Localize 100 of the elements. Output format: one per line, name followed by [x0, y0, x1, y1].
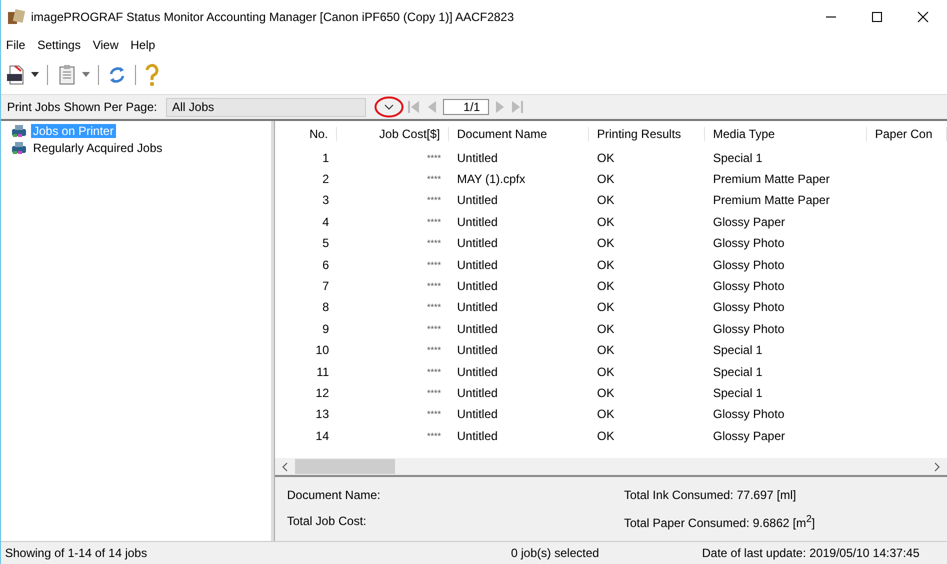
- scroll-left-icon[interactable]: [281, 462, 289, 472]
- status-text: Date of last update: 2019/05/10 14:37:45: [701, 546, 920, 560]
- app-icon: [7, 9, 25, 25]
- table-cell-text: Special 1: [712, 386, 764, 400]
- table-cell-text: OK: [596, 386, 616, 400]
- table-cell-text: Premium Matte Paper: [712, 193, 831, 208]
- page-field[interactable]: 1/1: [443, 99, 490, 115]
- table-cell-text: 9: [321, 322, 330, 336]
- table-cell-text: OK: [596, 343, 616, 358]
- table-cell-text: OK: [596, 193, 616, 208]
- table-cell-text: Untitled: [456, 386, 499, 400]
- table-cell-text: OK: [596, 364, 616, 379]
- table-cell-text: Untitled: [456, 322, 499, 336]
- table-cell-text: OK: [596, 300, 616, 314]
- table-cell-text: Untitled: [456, 236, 499, 250]
- table-cell-text: ****: [426, 409, 442, 420]
- table-cell-text: 12: [314, 386, 330, 400]
- table-cell-text: ****: [426, 174, 442, 184]
- table-cell-text: Untitled: [456, 428, 499, 443]
- table-cell-text: OK: [596, 258, 616, 272]
- maximize-icon[interactable]: [871, 11, 883, 23]
- table-cell-text: OK: [596, 172, 616, 186]
- table-cell-text: 11: [316, 364, 330, 379]
- table-cell-text: ****: [426, 430, 442, 441]
- table-cell-text: Untitled: [456, 214, 499, 229]
- table-cell-text: ****: [426, 302, 442, 312]
- table-cell-text: OK: [596, 322, 616, 336]
- table-cell-text: ****: [426, 152, 442, 163]
- table-cell-text: OK: [596, 150, 616, 165]
- table-cell-text: OK: [596, 236, 616, 250]
- printer-icon: [11, 141, 27, 155]
- printer-icon: [11, 124, 27, 138]
- table-cell-text: Untitled: [456, 407, 499, 422]
- column-header[interactable]: Document Name: [449, 127, 589, 141]
- table-cell-text: 2: [321, 172, 330, 186]
- table-cell-text: OK: [596, 428, 616, 443]
- menu-item[interactable]: Settings: [37, 38, 81, 52]
- refresh-icon[interactable]: [107, 64, 127, 86]
- column-header[interactable]: Printing Results: [589, 127, 705, 141]
- scroll-right-icon[interactable]: [933, 462, 941, 472]
- table-cell-text: Glossy Photo: [712, 236, 786, 250]
- menu-item[interactable]: Help: [130, 38, 156, 52]
- table-cell-text: ****: [426, 366, 442, 377]
- table-cell-text: 5: [321, 236, 330, 250]
- column-header[interactable]: Job Cost[$]: [337, 127, 449, 141]
- column-header[interactable]: Media Type: [705, 127, 867, 141]
- table-cell-text: Premium Matte Paper: [712, 172, 831, 186]
- table-cell-text: Untitled: [456, 364, 499, 379]
- menu-item[interactable]: View: [92, 38, 118, 52]
- table-cell-text: ****: [426, 345, 442, 356]
- table-cell-text: 4: [321, 214, 330, 229]
- table-cell-text: MAY (1).cpfx: [456, 172, 526, 186]
- table-cell-text: 10: [314, 343, 330, 358]
- table-cell-text: Glossy Photo: [712, 300, 786, 314]
- table-cell-text: Special 1: [712, 343, 764, 358]
- table-cell-text: OK: [596, 279, 616, 294]
- table-cell-text: OK: [596, 407, 616, 422]
- column-header[interactable]: Paper Con: [867, 127, 947, 141]
- table-cell-text: Glossy Paper: [712, 428, 786, 443]
- caret-icon[interactable]: [31, 72, 39, 78]
- table-cell-text: Glossy Photo: [712, 322, 786, 336]
- table-cell-text: Glossy Paper: [712, 214, 786, 229]
- table-cell-text: ****: [426, 324, 442, 334]
- table-cell-text: ****: [426, 281, 442, 292]
- table-cell-text: 8: [321, 300, 330, 314]
- column-header[interactable]: No.: [275, 127, 337, 141]
- close-icon[interactable]: [917, 11, 929, 23]
- chevron-down-icon: [384, 104, 394, 110]
- status-text: Showing of 1-14 of 14 jobs: [4, 546, 148, 560]
- table-cell-text: Untitled: [456, 150, 499, 165]
- highlight-circle: [374, 96, 404, 118]
- menu-item[interactable]: File: [6, 38, 26, 52]
- table-cell-text: 14: [314, 428, 330, 443]
- detail-label: Total Job Cost:: [287, 514, 368, 530]
- table-cell-text: ****: [426, 238, 442, 248]
- detail-label: Document Name:: [287, 488, 382, 502]
- table-cell-text: ****: [426, 195, 442, 206]
- table-cell-text: Untitled: [456, 279, 499, 294]
- table-cell-text: Glossy Photo: [712, 407, 786, 422]
- table-cell-text: ****: [426, 388, 442, 398]
- table-cell-text: 1: [321, 150, 330, 165]
- table-cell-text: OK: [596, 214, 616, 229]
- help-icon[interactable]: [144, 63, 160, 87]
- table-cell-text: Untitled: [456, 300, 499, 314]
- status-text: 0 job(s) selected: [510, 546, 600, 560]
- tree-item[interactable]: Regularly Acquired Jobs: [31, 141, 164, 155]
- table-cell-text: Glossy Photo: [712, 279, 786, 294]
- horizontal-scrollbar[interactable]: [275, 458, 947, 475]
- table-cell-text: Untitled: [456, 258, 499, 272]
- filter-label: Print Jobs Shown Per Page:: [7, 100, 158, 114]
- window-title: imagePROGRAF Status Monitor Accounting Manager [Canon iPF650 (Copy 1)] AACF2823: [31, 10, 515, 24]
- table-cell-text: Special 1: [712, 364, 764, 379]
- table-cell-text: Untitled: [456, 193, 499, 208]
- detail-label: Total Ink Consumed: 77.697 [ml]: [624, 488, 798, 502]
- table-cell-text: Untitled: [456, 343, 499, 358]
- detail-label: Total Paper Consumed: 9.6862 [m$^{2}$]: [624, 514, 816, 530]
- table-cell-text: 13: [314, 407, 330, 422]
- table-cell-text: 7: [321, 279, 330, 294]
- table-cell-text: 3: [321, 193, 330, 208]
- table-cell-text: ****: [426, 260, 442, 270]
